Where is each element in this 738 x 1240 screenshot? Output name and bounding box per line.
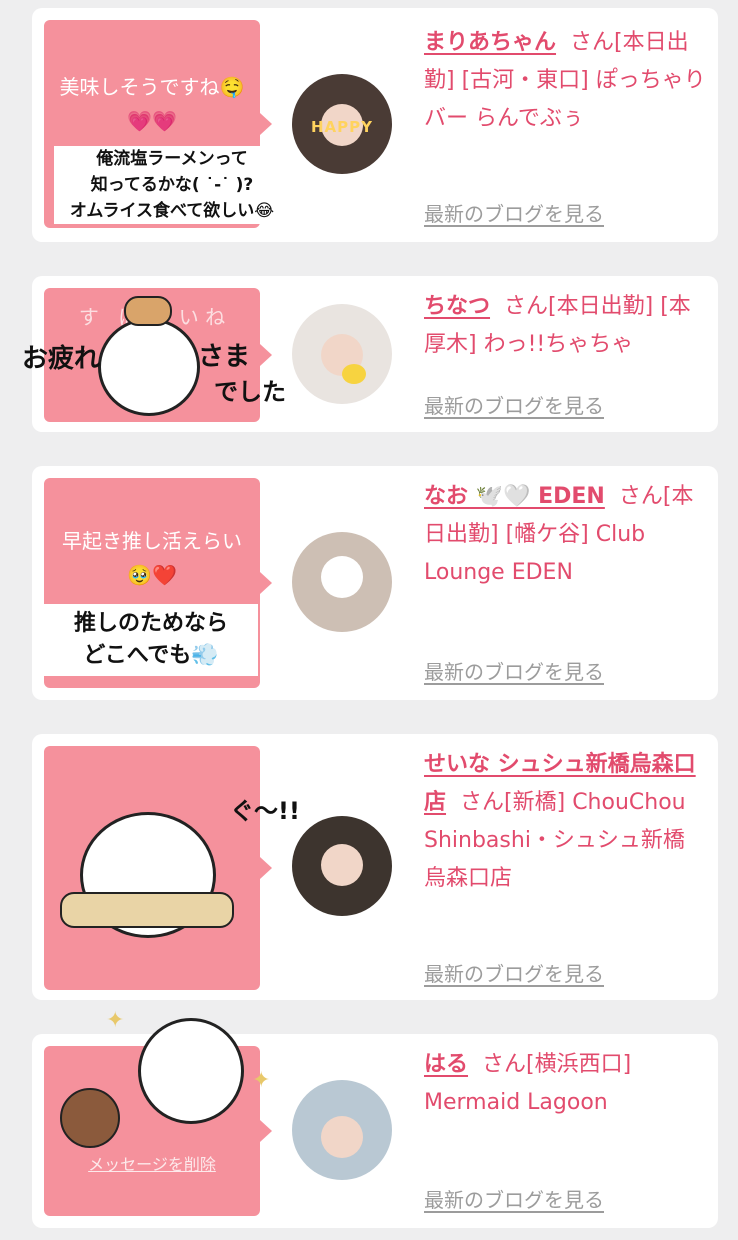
sticker-text: ぐ〜!! bbox=[230, 797, 300, 825]
latest-blog-link[interactable]: 最新のブログを見る bbox=[424, 656, 604, 685]
sticker-text-right: さま bbox=[198, 342, 251, 372]
blog-card[interactable]: す ば い ね お疲れ さま でした ちなつさん[本日出勤] [本厚木] わっ!… bbox=[22, 276, 718, 432]
cast-info: まりあちゃん さん[本日出勤] [古河・東口] ぽっちゃりバー らんでぶぅ bbox=[424, 24, 706, 138]
avatar[interactable] bbox=[292, 816, 392, 916]
message-text: 早起き推し活えらい🥹❤️ bbox=[62, 529, 242, 587]
message-bubble: 美味しそうですね🤤💗💗 俺流塩ラーメンって 知ってるかな( ˙-˙ )? オムラ… bbox=[44, 20, 290, 228]
sparkle-icon: ✦ bbox=[252, 1068, 271, 1093]
honorific: さん bbox=[618, 484, 663, 509]
honorific: さん bbox=[482, 1052, 527, 1077]
cast-name-link[interactable]: まりあちゃん bbox=[424, 30, 556, 55]
avatar-sticker-text: HAPPY bbox=[310, 118, 373, 136]
caption-line: 俺流塩ラーメンって bbox=[96, 149, 248, 169]
cast-info: はる さん[横浜西口] Mermaid Lagoon bbox=[424, 1046, 706, 1122]
cast-name-link[interactable]: なお 🕊️🤍 EDEN bbox=[424, 484, 605, 509]
honorific: さん bbox=[504, 294, 549, 319]
pancake-icon bbox=[124, 296, 172, 326]
sticker-bear-shape bbox=[98, 318, 200, 416]
cast-info: ちなつ さん[本日出勤] [本厚木] わっ!!ちゃちゃ bbox=[424, 288, 706, 364]
blog-card[interactable]: 早起き推し活えらい🥹❤️ 推しのためなら どこへでも💨 なお 🕊️🤍 EDEN さ… bbox=[32, 466, 718, 700]
latest-blog-link[interactable]: 最新のブログを見る bbox=[424, 390, 604, 419]
caption-line: 推しのためなら bbox=[73, 611, 228, 636]
avatar[interactable]: HAPPY bbox=[292, 74, 392, 174]
avatar-face-shape bbox=[321, 1116, 363, 1158]
avatar[interactable] bbox=[292, 304, 392, 404]
sticker-text-right: でした bbox=[214, 378, 286, 406]
otsukare-sticker: お疲れ さま でした bbox=[18, 292, 298, 422]
honorific: さん bbox=[460, 790, 505, 815]
sparkle-icon: ✦ bbox=[106, 1008, 125, 1033]
cast-info: せいな シュシュ新橋烏森口店 さん[新橋] ChouChou Shinbashi・… bbox=[424, 746, 706, 898]
sticker-caption: 俺流塩ラーメンって 知ってるかな( ˙-˙ )? オムライス食べて欲しい😂 bbox=[54, 146, 290, 224]
blog-card[interactable]: メッセージを削除 ✦ ✦ はる さん[横浜西口] Mermaid Lagoon 最… bbox=[32, 1008, 718, 1228]
latest-blog-link[interactable]: 最新のブログを見る bbox=[424, 198, 604, 227]
monkey-shape bbox=[60, 1088, 120, 1148]
avatar-face-shape bbox=[321, 556, 363, 598]
sticker-text-left: お疲れ bbox=[22, 344, 101, 374]
sticker-bear-shape bbox=[138, 1018, 244, 1124]
honorific: さん bbox=[570, 30, 615, 55]
cast-name-link[interactable]: はる bbox=[424, 1052, 468, 1077]
blog-card[interactable]: ぐ〜!! せいな シュシュ新橋烏森口店 さん[新橋] ChouChou Shinb… bbox=[32, 734, 718, 1000]
bear-sticker: ぐ〜!! bbox=[50, 788, 300, 978]
scarf-shape bbox=[60, 892, 234, 928]
latest-blog-link[interactable]: 最新のブログを見る bbox=[424, 1184, 604, 1213]
cast-info: なお 🕊️🤍 EDEN さん[本日出勤] [幡ケ谷] Club Lounge ED… bbox=[424, 478, 706, 592]
bear-sticker: ✦ ✦ bbox=[52, 1008, 272, 1198]
avatar[interactable] bbox=[292, 1080, 392, 1180]
caption-line: 知ってるかな( ˙-˙ )? bbox=[90, 175, 254, 195]
caption-line: オムライス食べて欲しい😂 bbox=[69, 201, 275, 221]
message-bubble: 早起き推し活えらい🥹❤️ 推しのためなら どこへでも💨 bbox=[44, 478, 272, 688]
message-text: 美味しそうですね🤤💗💗 bbox=[59, 75, 245, 133]
latest-blog-link[interactable]: 最新のブログを見る bbox=[424, 958, 604, 987]
cast-name-link[interactable]: ちなつ bbox=[424, 294, 490, 319]
blog-card[interactable]: 美味しそうですね🤤💗💗 俺流塩ラーメンって 知ってるかな( ˙-˙ )? オムラ… bbox=[32, 8, 718, 242]
caption-line: どこへでも💨 bbox=[83, 643, 219, 668]
sticker-caption: 推しのためなら どこへでも💨 bbox=[44, 604, 258, 676]
avatar-face-shape bbox=[321, 844, 363, 886]
chick-sticker-icon bbox=[342, 364, 366, 384]
avatar[interactable] bbox=[292, 532, 392, 632]
